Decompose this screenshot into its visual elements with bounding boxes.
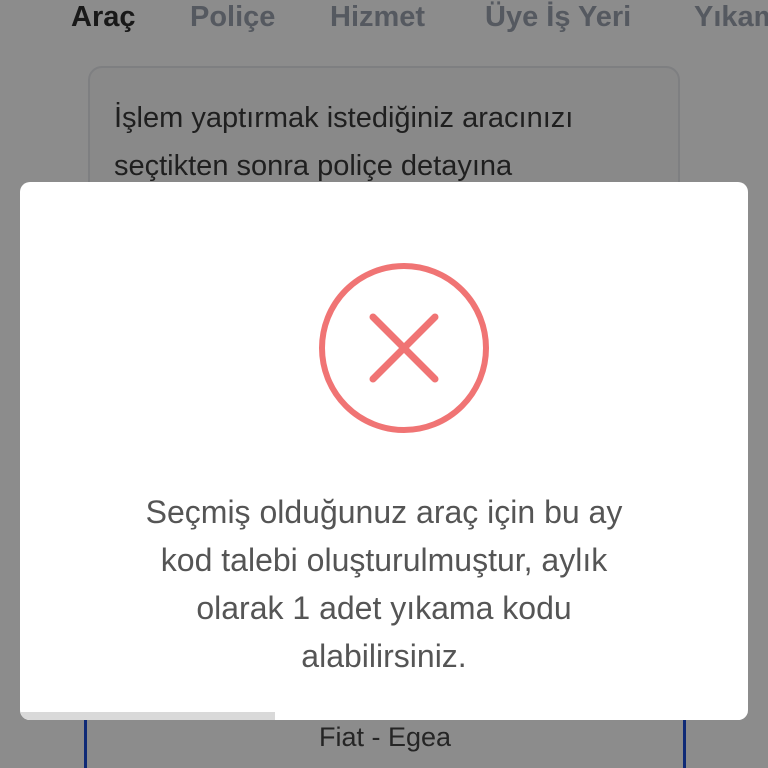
dialog-message: Seçmiş olduğunuz araç için bu ay kod tal… bbox=[60, 488, 708, 680]
dialog-message-line: alabilirsiniz. bbox=[301, 638, 467, 674]
auto-close-timer-track bbox=[20, 712, 748, 720]
dialog-message-line: kod talebi oluşturulmuştur, aylık bbox=[160, 542, 608, 578]
auto-close-timer-fill bbox=[20, 712, 275, 720]
error-x-circle-icon bbox=[319, 263, 489, 433]
error-dialog: Seçmiş olduğunuz araç için bu ay kod tal… bbox=[20, 182, 748, 720]
dialog-message-line: Seçmiş olduğunuz araç için bu ay bbox=[145, 494, 623, 530]
dialog-message-line: olarak 1 adet yıkama kodu bbox=[196, 590, 572, 626]
app-screen: Araç Poliçe Hizmet Üye İş Yeri Yıkama İş… bbox=[0, 0, 768, 768]
